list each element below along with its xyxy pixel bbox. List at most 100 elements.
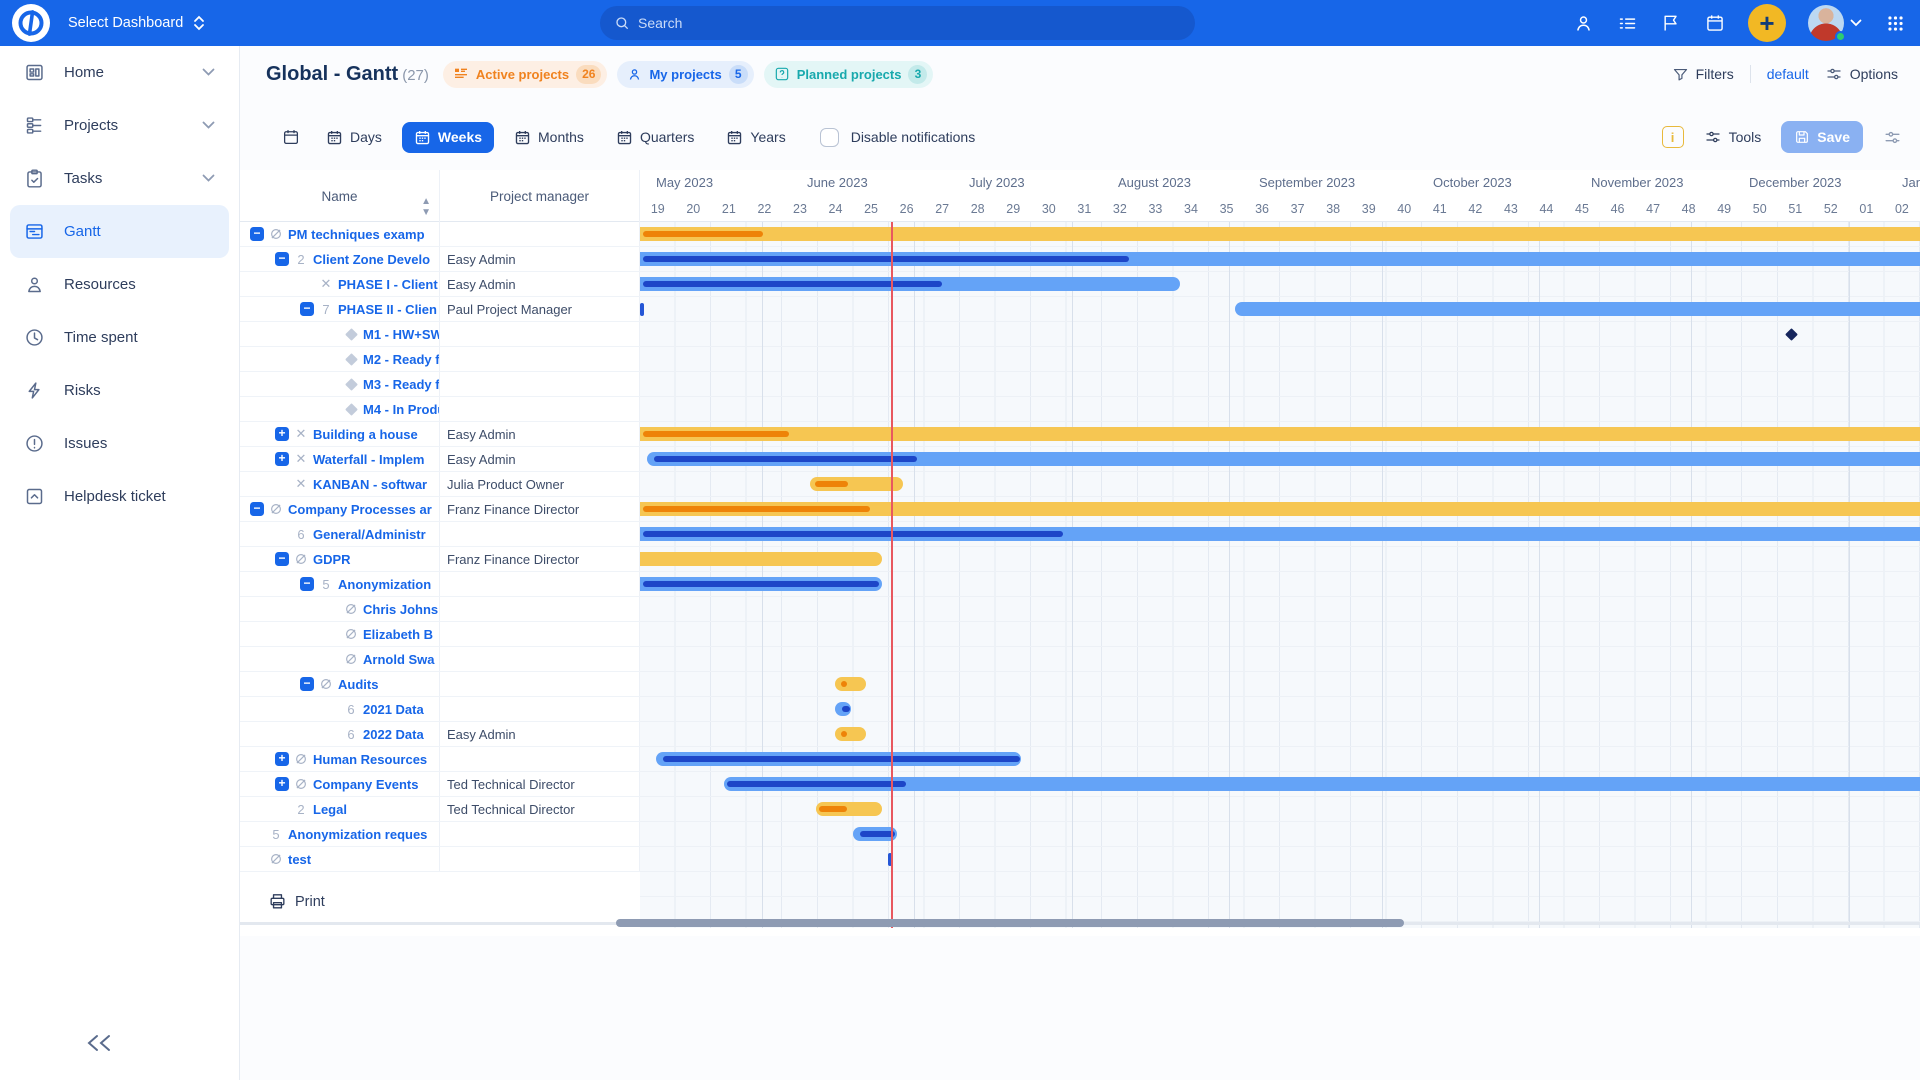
expand-button[interactable]: +: [275, 452, 289, 466]
row-name-link[interactable]: Company Processes ar: [288, 502, 432, 517]
row-name-link[interactable]: 2022 Data: [363, 727, 424, 742]
row-name-link[interactable]: Anonymization reques: [288, 827, 427, 842]
row-name-link[interactable]: Legal: [313, 802, 347, 817]
task-bar[interactable]: [640, 252, 1920, 266]
sidebar-item-tasks[interactable]: Tasks: [10, 152, 229, 205]
expand-button[interactable]: +: [275, 752, 289, 766]
create-new-button[interactable]: +: [1748, 4, 1786, 42]
project-bar[interactable]: [835, 677, 866, 691]
sidebar-item-helpdesk-ticket[interactable]: Helpdesk ticket: [10, 470, 229, 523]
scale-years[interactable]: Years: [714, 122, 797, 153]
milestone-diamond[interactable]: [1785, 328, 1798, 341]
row-name-link[interactable]: M1 - HW+SW installed: [363, 327, 439, 342]
row-name-link[interactable]: test: [288, 852, 311, 867]
project-bar[interactable]: [640, 427, 1920, 441]
sidebar-item-gantt[interactable]: Gantt: [10, 205, 229, 258]
collapse-button[interactable]: −: [250, 227, 264, 241]
user-menu[interactable]: [1808, 5, 1862, 41]
row-name-link[interactable]: PHASE I - Client: [338, 277, 438, 292]
badge-planned-projects[interactable]: Planned projects 3: [764, 61, 934, 88]
collapse-button[interactable]: −: [300, 677, 314, 691]
row-name-link[interactable]: Company Events: [313, 777, 418, 792]
row-name-link[interactable]: General/Administr: [313, 527, 426, 542]
collapse-button[interactable]: −: [250, 502, 264, 516]
project-bar[interactable]: [810, 477, 903, 491]
row-name-link[interactable]: M4 - In Production: [363, 402, 439, 417]
sidebar-item-time-spent[interactable]: Time spent: [10, 311, 229, 364]
horizontal-scrollbar[interactable]: [616, 919, 1404, 927]
project-bar[interactable]: [816, 802, 882, 816]
project-bar[interactable]: [640, 227, 1920, 241]
user-icon[interactable]: [1572, 12, 1594, 34]
row-name-link[interactable]: 2021 Data: [363, 702, 424, 717]
task-bar[interactable]: [647, 452, 1920, 466]
task-bar[interactable]: [656, 752, 1021, 766]
column-header-manager[interactable]: Project manager: [440, 170, 640, 222]
column-header-name[interactable]: Name ▲▼: [240, 170, 440, 222]
info-icon[interactable]: i: [1662, 126, 1684, 148]
scale-months[interactable]: Months: [502, 122, 596, 153]
row-name-link[interactable]: Waterfall - Implem: [313, 452, 424, 467]
project-bar[interactable]: [640, 552, 882, 566]
sidebar-item-issues[interactable]: Issues: [10, 417, 229, 470]
scale-quarters[interactable]: Quarters: [604, 122, 706, 153]
options-button[interactable]: Options: [1825, 65, 1898, 83]
row-name-link[interactable]: M2 - Ready for Pilot: [363, 352, 439, 367]
row-name-link[interactable]: Human Resources: [313, 752, 427, 767]
flag-icon[interactable]: [1660, 12, 1682, 34]
project-bar[interactable]: [640, 502, 1920, 516]
row-name-link[interactable]: PM techniques examp: [288, 227, 425, 242]
row-name-link[interactable]: Chris Johns: [363, 602, 438, 617]
row-name-link[interactable]: Client Zone Develo: [313, 252, 430, 267]
project-bar[interactable]: [835, 727, 866, 741]
expand-button[interactable]: +: [275, 427, 289, 441]
print-button[interactable]: Print: [268, 892, 325, 911]
row-name-link[interactable]: GDPR: [313, 552, 351, 567]
expand-button[interactable]: +: [275, 777, 289, 791]
sidebar-item-risks[interactable]: Risks: [10, 364, 229, 417]
sidebar-item-home[interactable]: Home: [10, 46, 229, 99]
apps-grid-icon[interactable]: [1884, 12, 1906, 34]
sidebar-item-resources[interactable]: Resources: [10, 258, 229, 311]
task-bar[interactable]: [640, 577, 882, 591]
sort-icon[interactable]: ▲▼: [421, 196, 431, 218]
calendar-icon[interactable]: [1704, 12, 1726, 34]
filters-button[interactable]: Filters: [1672, 66, 1734, 83]
row-name-link[interactable]: Building a house: [313, 427, 418, 442]
row-name-link[interactable]: KANBAN - softwar: [313, 477, 427, 492]
task-bar-clipped[interactable]: [640, 303, 644, 316]
checklist-icon[interactable]: [1616, 12, 1638, 34]
chevron-down-icon[interactable]: [202, 174, 215, 183]
collapse-button[interactable]: −: [275, 252, 289, 266]
row-name-link[interactable]: Audits: [338, 677, 378, 692]
badge-active-projects[interactable]: Active projects 26: [443, 61, 608, 88]
row-name-link[interactable]: Arnold Swa: [363, 652, 435, 667]
chevron-down-icon[interactable]: [202, 121, 215, 130]
sidebar-item-projects[interactable]: Projects: [10, 99, 229, 152]
tools-button[interactable]: Tools: [1704, 128, 1762, 146]
task-bar[interactable]: [640, 527, 1920, 541]
badge-my-projects[interactable]: My projects 5: [617, 61, 753, 88]
collapse-button[interactable]: −: [300, 302, 314, 316]
row-name-link[interactable]: Anonymization: [338, 577, 431, 592]
default-view-link[interactable]: default: [1767, 66, 1809, 82]
search-input[interactable]: Search: [600, 6, 1195, 40]
scale-weeks[interactable]: Weeks: [402, 122, 494, 153]
avatar[interactable]: [1808, 5, 1844, 41]
task-bar[interactable]: [1235, 302, 1920, 316]
chevron-down-icon[interactable]: [202, 68, 215, 77]
scale-days[interactable]: Days: [314, 122, 394, 153]
task-bar[interactable]: [724, 777, 1920, 791]
task-bar[interactable]: [835, 702, 851, 716]
settings-sliders-icon[interactable]: [1883, 128, 1902, 147]
app-logo[interactable]: [12, 4, 50, 42]
row-name-link[interactable]: PHASE II - Clien: [338, 302, 437, 317]
calendar-picker-button[interactable]: [276, 122, 306, 153]
save-button[interactable]: Save: [1781, 121, 1863, 153]
disable-notifications-checkbox[interactable]: [820, 128, 839, 147]
task-bar[interactable]: [640, 277, 1180, 291]
row-name-link[interactable]: M3 - Ready for Production: [363, 377, 439, 392]
row-name-link[interactable]: Elizabeth B: [363, 627, 433, 642]
dashboard-selector[interactable]: Select Dashboard: [68, 0, 205, 46]
sidebar-collapse-icon[interactable]: [84, 1032, 114, 1054]
